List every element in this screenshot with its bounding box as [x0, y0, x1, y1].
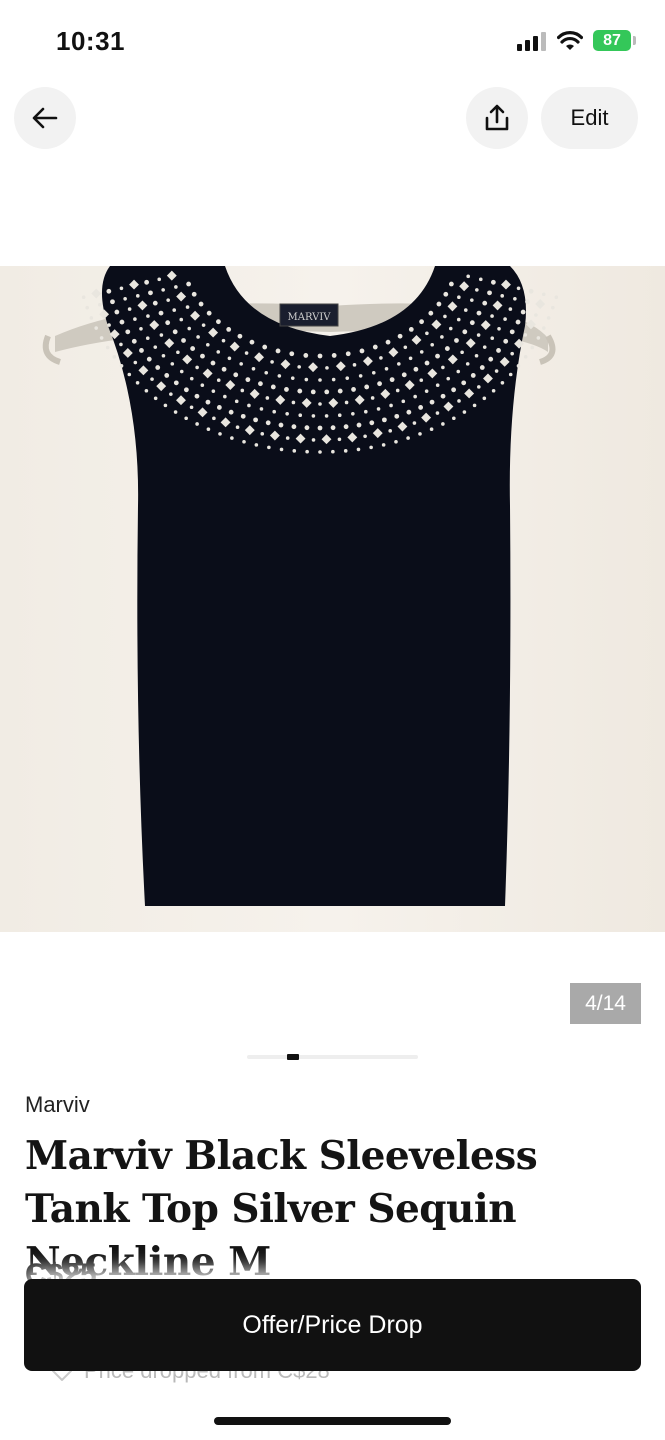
signal-icon — [517, 31, 546, 51]
photo-counter: 4/14 — [570, 983, 641, 1024]
edit-label: Edit — [570, 105, 609, 130]
wifi-icon — [557, 30, 583, 50]
arrow-left-icon — [32, 107, 58, 129]
listing-title: Marviv Black Sleeveless Tank Top Silver … — [25, 1133, 538, 1285]
edit-button[interactable]: Edit — [541, 87, 638, 149]
share-button[interactable] — [466, 87, 528, 149]
pager-indicator — [287, 1054, 300, 1060]
product-photo[interactable]: MARVIV — [0, 266, 665, 932]
photo-pager — [247, 1054, 418, 1060]
share-icon — [485, 104, 509, 131]
tank-top-image: MARVIV — [42, 266, 559, 906]
photo-counter-text: 4/14 — [585, 991, 626, 1015]
status-time: 10:31 — [56, 26, 125, 56]
offer-price-drop-label: Offer/Price Drop — [242, 1310, 423, 1339]
back-button[interactable] — [14, 87, 76, 149]
brand-tag-text: MARVIV — [287, 312, 331, 323]
battery-icon: 87 — [593, 30, 636, 51]
status-icons: 87 — [517, 30, 636, 51]
brand-name[interactable]: Marviv — [25, 1092, 90, 1118]
home-indicator — [214, 1417, 451, 1425]
battery-level: 87 — [603, 31, 621, 49]
offer-price-drop-button[interactable]: Offer/Price Drop — [24, 1279, 641, 1371]
